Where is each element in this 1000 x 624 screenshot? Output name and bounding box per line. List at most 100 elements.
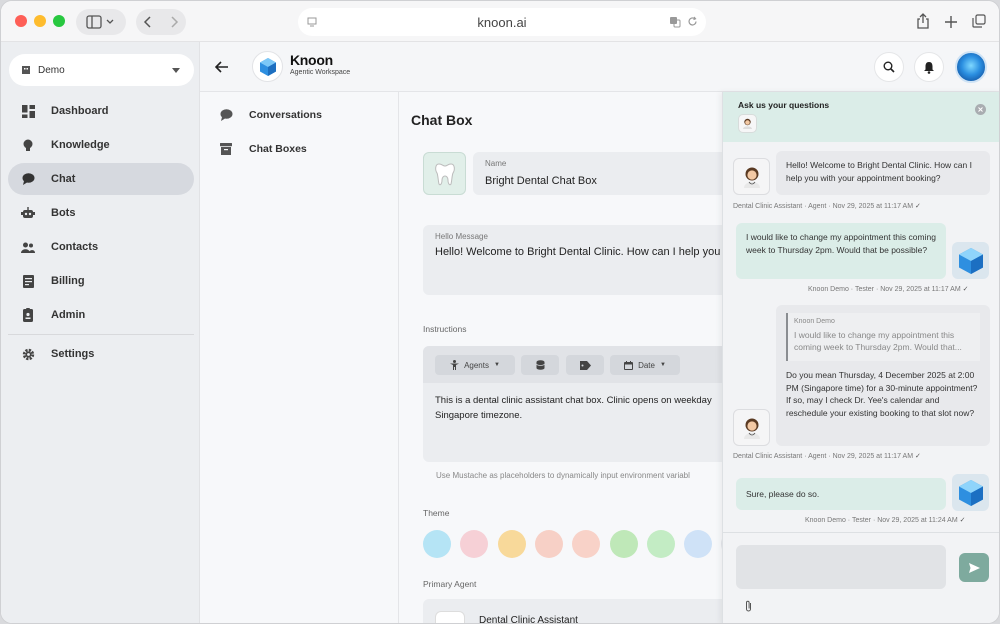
- check-icon: ✓: [914, 203, 921, 210]
- sidebar-item-label: Knowledge: [51, 139, 110, 151]
- translate-icon[interactable]: [669, 16, 681, 28]
- sidebar-item-dashboard[interactable]: Dashboard: [8, 95, 194, 127]
- agent-message-meta: Dental Clinic Assistant · Agent · Nov 29…: [733, 453, 921, 460]
- sidebar-icon: [86, 15, 114, 29]
- hello-message-field[interactable]: Hello Message Hello! Welcome to Bright D…: [423, 225, 722, 295]
- tooth-icon: [434, 162, 455, 185]
- chat-subnav: Conversations Chat Boxes: [200, 92, 399, 623]
- browser-window: knoon.ai Demo Dashboard Knowledge Chat B…: [0, 0, 1000, 624]
- brand-name: Knoon: [290, 52, 333, 68]
- check-icon: ✓: [914, 453, 921, 460]
- instructions-toolbar: Agents ▼ Date ▼: [423, 346, 722, 383]
- chat-message-input[interactable]: [736, 545, 946, 589]
- calendar-icon: [624, 360, 634, 370]
- sidebar-item-label: Chat: [51, 173, 76, 185]
- sidebar-item-admin[interactable]: Admin: [8, 299, 194, 331]
- agent-avatar: [733, 409, 770, 446]
- search-icon: [883, 61, 895, 73]
- cube-logo-icon: [259, 57, 276, 76]
- theme-color-swatch[interactable]: [497, 530, 526, 558]
- name-field[interactable]: Name Bright Dental Chat Box: [473, 152, 722, 195]
- tabs-overview-icon[interactable]: [972, 14, 986, 28]
- page-title: Chat Box: [411, 112, 473, 128]
- mustache-hint: Use Mustache as placeholders to dynamica…: [436, 471, 690, 480]
- sidebar-item-settings[interactable]: Settings: [8, 338, 194, 370]
- sidebar-divider: [8, 334, 194, 335]
- instructions-label: Instructions: [423, 324, 467, 334]
- doctor-avatar-icon: [743, 118, 752, 129]
- theme-color-swatch[interactable]: [423, 530, 451, 558]
- cube-avatar-icon: [958, 479, 983, 506]
- subnav-item-conversations[interactable]: Conversations: [219, 108, 322, 122]
- badge-icon: [21, 308, 35, 322]
- address-bar[interactable]: knoon.ai: [298, 8, 706, 36]
- primary-agent-label: Primary Agent: [423, 579, 477, 589]
- new-tab-icon[interactable]: [944, 15, 958, 29]
- agent-figure-icon: [450, 360, 460, 370]
- sidebar-item-billing[interactable]: Billing: [8, 265, 194, 297]
- close-chat-button[interactable]: [975, 104, 986, 115]
- people-icon: [21, 240, 35, 254]
- database-button[interactable]: [521, 355, 559, 375]
- sidebar-item-label: Bots: [51, 207, 76, 219]
- user-message-meta: Knoon Demo · Tester · Nov 29, 2025 at 11…: [808, 286, 969, 293]
- date-dropdown[interactable]: Date ▼: [610, 355, 680, 375]
- theme-color-swatch[interactable]: [572, 530, 601, 558]
- sidebar-item-label: Billing: [51, 275, 85, 287]
- agent-message-2: Knoon Demo I would like to change my app…: [776, 305, 990, 446]
- share-icon[interactable]: [916, 13, 930, 29]
- close-window-button[interactable]: [15, 15, 27, 27]
- send-button[interactable]: [959, 553, 989, 582]
- sidebar-item-chat[interactable]: Chat: [8, 163, 194, 195]
- chat-panel-header: Ask us your questions: [723, 92, 999, 142]
- agents-dropdown[interactable]: Agents ▼: [435, 355, 515, 375]
- forward-chevron-icon[interactable]: [168, 15, 180, 29]
- close-icon: [978, 107, 983, 112]
- back-arrow-icon[interactable]: [215, 61, 229, 73]
- cube-avatar-icon: [958, 247, 983, 274]
- chat-box-icon-picker[interactable]: [423, 152, 466, 195]
- sidebar-toggle-button[interactable]: [76, 9, 126, 35]
- caret-down-icon: ▼: [493, 362, 500, 368]
- chat-agent-mini-avatar: [738, 114, 757, 133]
- user-avatar[interactable]: [955, 51, 987, 83]
- theme-color-swatch[interactable]: [646, 530, 675, 558]
- user-avatar: [952, 242, 989, 279]
- sidebar-item-bots[interactable]: Bots: [8, 197, 194, 229]
- sidebar-item-knowledge[interactable]: Knowledge: [8, 129, 194, 161]
- search-button[interactable]: [874, 52, 904, 82]
- back-chevron-icon[interactable]: [142, 15, 154, 29]
- bulb-icon: [21, 138, 35, 152]
- attachment-icon[interactable]: [745, 600, 752, 612]
- sidebar-item-contacts[interactable]: Contacts: [8, 231, 194, 263]
- database-icon: [535, 360, 545, 370]
- subnav-label: Chat Boxes: [249, 143, 307, 155]
- chat-bubble-icon: [21, 172, 35, 186]
- agent-message-2-text: Do you mean Thursday, 4 December 2025 at…: [786, 370, 978, 418]
- theme-color-swatch[interactable]: [684, 530, 713, 558]
- theme-color-swatch[interactable]: [460, 530, 489, 558]
- maximize-window-button[interactable]: [53, 15, 65, 27]
- subnav-label: Conversations: [249, 109, 322, 121]
- theme-color-swatch[interactable]: [609, 530, 638, 558]
- url-text: knoon.ai: [477, 14, 527, 30]
- primary-agent-value: Dental Clinic Assistant: [479, 615, 578, 624]
- theme-color-swatch[interactable]: [534, 530, 563, 558]
- notifications-button[interactable]: [914, 52, 944, 82]
- app-header: Knoon Agentic Workspace: [200, 42, 999, 92]
- primary-agent-selector[interactable]: Dental Clinic Assistant: [423, 599, 722, 624]
- agent-avatar: [435, 611, 465, 623]
- workspace-selector[interactable]: Demo: [9, 54, 194, 86]
- agent-message-1: Hello! Welcome to Bright Dental Clinic. …: [776, 151, 990, 195]
- doctor-avatar-icon: [743, 418, 760, 439]
- robot-icon: [21, 206, 35, 220]
- chat-preview-panel: Ask us your questions Hello! Welcome to …: [722, 92, 999, 623]
- minimize-window-button[interactable]: [34, 15, 46, 27]
- hello-message-label: Hello Message: [435, 232, 488, 241]
- send-icon: [968, 562, 980, 573]
- tag-button[interactable]: [566, 355, 604, 375]
- instructions-editor[interactable]: Agents ▼ Date ▼ This is a dental clinic …: [423, 346, 722, 462]
- subnav-item-chat-boxes[interactable]: Chat Boxes: [219, 142, 307, 156]
- reload-icon[interactable]: [687, 16, 698, 27]
- gear-icon: [21, 347, 35, 361]
